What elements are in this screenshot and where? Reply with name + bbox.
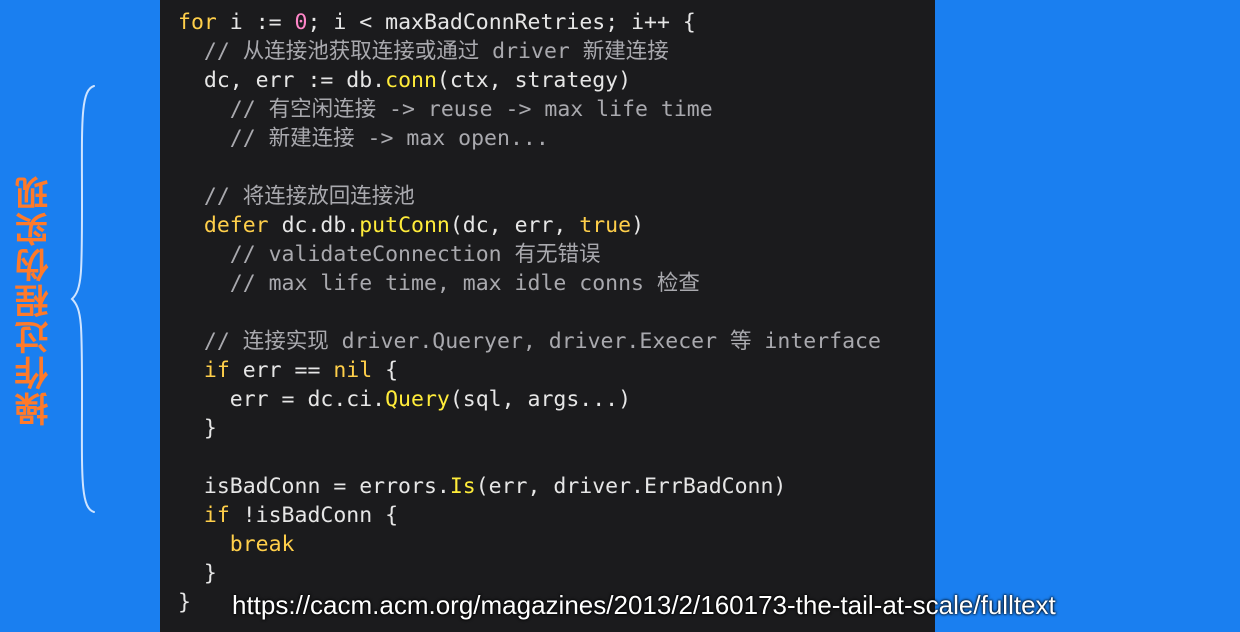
code-token: i [216, 10, 256, 35]
code-token: conn [385, 68, 437, 93]
code-token: ; i [307, 10, 360, 35]
code-token: // max life time, max idle conns 检查 [229, 271, 700, 296]
code-line: // 有空闲连接 -> reuse -> max life time [178, 95, 881, 124]
code-line: // 连接实现 driver.Queryer, driver.Execer 等 … [178, 327, 881, 356]
code-line: dc, err := db.conn(ctx, strategy) [178, 66, 881, 95]
code-token: } [178, 416, 217, 441]
code-line: break [178, 530, 881, 559]
code-token: { [372, 358, 399, 383]
code-token: // 有空闲连接 -> reuse -> max life time [229, 97, 713, 122]
code-token: ++ [644, 10, 670, 35]
code-token: Is [449, 474, 476, 499]
side-title: 操作过程伪实现 [14, 174, 55, 426]
code-line: // 新建连接 -> max open... [178, 124, 881, 153]
code-token: } [178, 561, 217, 586]
code-token: err = dc.ci. [178, 387, 386, 412]
code-token: for [178, 10, 217, 35]
reference-url[interactable]: https://cacm.acm.org/magazines/2013/2/16… [232, 590, 1056, 621]
code-token: nil [333, 358, 373, 383]
code-token: db. [333, 68, 386, 93]
code-token: if [203, 503, 230, 528]
code-line: if err == nil { [178, 356, 881, 385]
code-token: dc, err [178, 68, 308, 93]
code-token: < [359, 10, 373, 35]
code-token: err [229, 358, 295, 383]
code-line: } [178, 559, 881, 588]
code-token: true [579, 213, 632, 238]
code-token: maxBadConnRetries; i [372, 10, 645, 35]
code-token: isBadConn = errors. [178, 474, 450, 499]
side-title-area: 操作过程伪实现 [6, 150, 62, 450]
code-line: } [178, 414, 881, 443]
code-line: for i := 0; i < maxBadConnRetries; i++ { [178, 8, 881, 37]
code-token: break [229, 532, 295, 557]
curly-brace-icon [70, 85, 95, 513]
code-token: if [203, 358, 230, 383]
code-token: := [255, 10, 282, 35]
code-token: Query [385, 387, 450, 412]
code-token: (err, driver.ErrBadConn) [475, 474, 787, 499]
code-token: putConn [359, 213, 450, 238]
slide-screen: { "side_title": "操作过程伪实现", "code_lines":… [0, 0, 1240, 632]
code-line: if !isBadConn { [178, 501, 881, 530]
code-token: !isBadConn { [229, 503, 399, 528]
code-token: (ctx, strategy) [436, 68, 632, 93]
code-line: // 从连接池获取连接或通过 driver 新建连接 [178, 37, 881, 66]
code-token: (sql, args...) [449, 387, 632, 412]
code-token: defer [203, 213, 269, 238]
code-token: 0 [294, 10, 308, 35]
code-token: // 将连接放回连接池 [203, 184, 415, 209]
code-line: // max life time, max idle conns 检查 [178, 269, 881, 298]
code-token: // 新建连接 -> max open... [229, 126, 549, 151]
code-token: { [669, 10, 696, 35]
code-token: // 从连接池获取连接或通过 driver 新建连接 [203, 39, 669, 64]
code-token: (dc, err, [449, 213, 580, 238]
code-panel: for i := 0; i < maxBadConnRetries; i++ {… [160, 0, 935, 632]
code-line: // 将连接放回连接池 [178, 182, 881, 211]
code-token: // 连接实现 driver.Queryer, driver.Execer 等 … [203, 329, 881, 354]
code-token: ) [631, 213, 645, 238]
code-line: err = dc.ci.Query(sql, args...) [178, 385, 881, 414]
code-token: == [294, 358, 321, 383]
code-token: } [178, 590, 191, 615]
code-token: := [307, 68, 334, 93]
code-block: for i := 0; i < maxBadConnRetries; i++ {… [178, 8, 881, 617]
code-token: dc.db. [268, 213, 360, 238]
code-token: // validateConnection 有无错误 [229, 242, 601, 267]
code-line: // validateConnection 有无错误 [178, 240, 881, 269]
code-line: defer dc.db.putConn(dc, err, true) [178, 211, 881, 240]
code-line: isBadConn = errors.Is(err, driver.ErrBad… [178, 472, 881, 501]
